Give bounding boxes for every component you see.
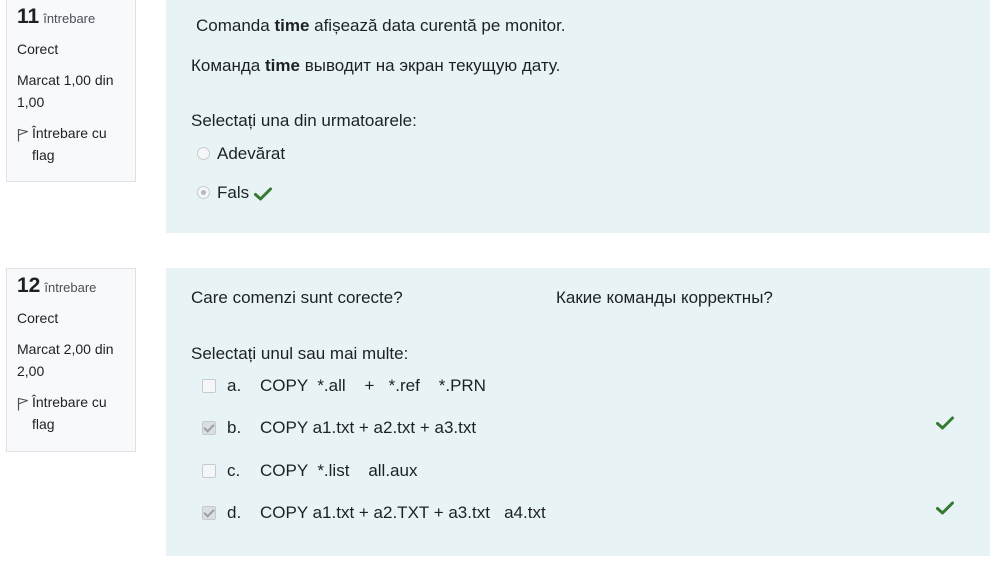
text-ro-bold: time: [274, 16, 310, 35]
question-text-ro: Care comenzi sunt corecte?: [191, 288, 403, 307]
flag-label: Întrebare cu flag: [32, 394, 107, 432]
text-ru-pre: Команда: [191, 56, 265, 75]
answer-checkbox-c[interactable]: [202, 464, 216, 478]
question-state: Corect: [17, 310, 59, 326]
question-text-ru: Какие команды корректны?: [556, 288, 773, 307]
answer-checkbox-a[interactable]: [202, 379, 216, 393]
flag-outline-icon: [17, 395, 29, 411]
answer-checkbox-b[interactable]: [202, 421, 216, 435]
answer-label-adevarat: Adevărat: [217, 144, 286, 163]
flag-question-link[interactable]: Întrebare cu flag: [17, 122, 125, 166]
question-info: 12 întrebare Corect Marcat 2,00 din 2,00…: [6, 268, 136, 452]
text-ru-post: выводит на экран текущую дату.: [299, 56, 561, 75]
flag-outline-icon: [17, 126, 29, 142]
answer-radio-adevarat[interactable]: [197, 147, 210, 160]
answer-letter-a: a.: [227, 376, 242, 395]
question-12: 12 întrebare Corect Marcat 2,00 din 2,00…: [0, 266, 1002, 566]
check-mark-icon: [936, 501, 954, 515]
answer-label-c: COPY *.list all.aux: [260, 461, 418, 480]
flag-label: Întrebare cu flag: [32, 125, 107, 163]
answer-label-d: COPY a1.txt + a2.TXT + a3.txt a4.txt: [260, 503, 546, 522]
flag-question-link[interactable]: Întrebare cu flag: [17, 391, 125, 435]
text-ro-pre: Comanda: [196, 16, 275, 35]
question-number-line: 12 întrebare: [17, 275, 125, 299]
answer-label-b: COPY a1.txt + a2.txt + a3.txt: [260, 418, 477, 437]
question-number: 11: [17, 5, 40, 28]
question-content: Comanda time afișează data curentă pe mo…: [166, 0, 990, 233]
answer-label-fals: Fals: [217, 183, 250, 202]
question-state: Corect: [17, 41, 59, 57]
question-word: întrebare: [44, 280, 97, 295]
question-word: întrebare: [43, 11, 96, 26]
answer-radio-fals[interactable]: [197, 186, 210, 199]
answer-prompt: Selectați unul sau mai multe:: [191, 344, 409, 363]
answer-prompt: Selectați una din urmatoarele:: [191, 111, 417, 130]
answer-letter-c: c.: [227, 461, 241, 480]
question-grade: Marcat 1,00 din 1,00: [17, 72, 114, 110]
question-11: 11 întrebare Corect Marcat 1,00 din 1,00…: [0, 0, 1002, 240]
question-text-ro: Comanda time afișează data curentă pe mo…: [196, 16, 566, 36]
answer-letter-d: d.: [227, 503, 242, 522]
check-mark-icon: [254, 187, 272, 201]
question-info: 11 întrebare Corect Marcat 1,00 din 1,00…: [6, 0, 136, 182]
question-text-ru: Команда time выводит на экран текущую да…: [191, 56, 560, 76]
question-number: 12: [17, 274, 41, 297]
answer-letter-b: b.: [227, 418, 242, 437]
check-mark-icon: [936, 416, 954, 430]
question-number-line: 11 întrebare: [17, 6, 125, 30]
answer-checkbox-d[interactable]: [202, 506, 216, 520]
question-content: Care comenzi sunt corecte? Какие команды…: [166, 268, 990, 556]
text-ru-bold: time: [265, 56, 300, 75]
answer-label-a: COPY *.all + *.ref *.PRN: [260, 376, 486, 395]
question-grade: Marcat 2,00 din 2,00: [17, 341, 114, 379]
text-ro-post: afișează data curentă pe monitor.: [309, 16, 566, 35]
